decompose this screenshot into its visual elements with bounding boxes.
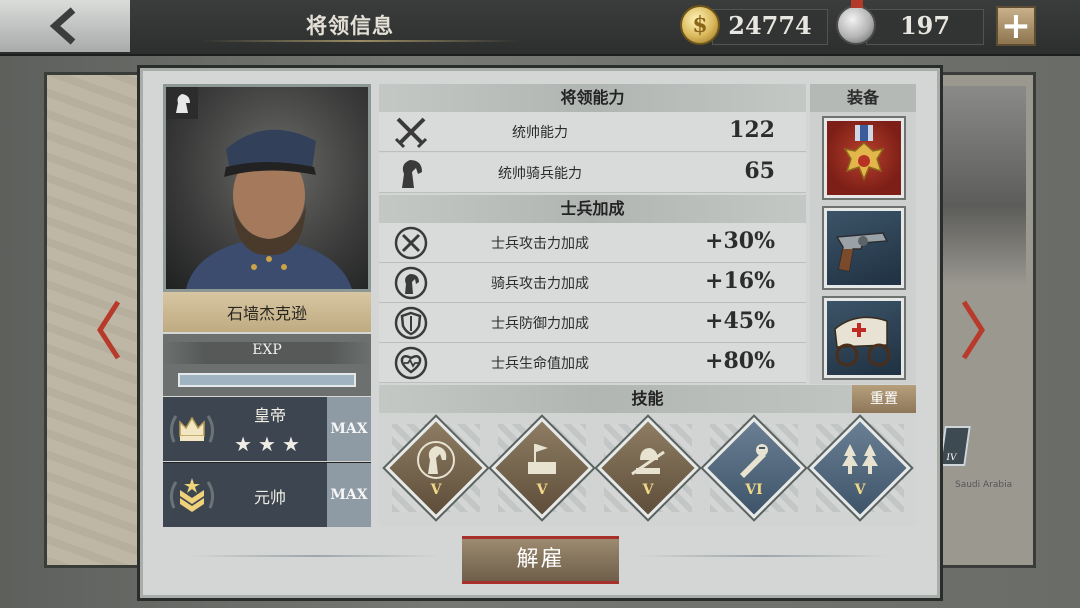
skill-slot[interactable]: V xyxy=(809,417,911,519)
skill-level: V xyxy=(536,482,548,498)
skill-slot[interactable]: V xyxy=(597,417,699,519)
revolver-icon xyxy=(835,232,889,272)
bonus-label: 士兵攻击力加成 xyxy=(491,236,589,252)
page-title: 将领信息 xyxy=(306,13,394,38)
skills-heading: 技能 xyxy=(379,385,916,413)
cavalry-class-icon xyxy=(166,87,198,119)
skill-slot[interactable]: V xyxy=(385,417,487,519)
decorative-line-right xyxy=(638,555,888,557)
attack-up-icon xyxy=(392,224,430,262)
abilities-heading: 将领能力 xyxy=(379,84,806,112)
bonus-label: 士兵防御力加成 xyxy=(491,316,589,332)
medal-coin-icon xyxy=(836,0,876,45)
bonus-label: 骑兵攻击力加成 xyxy=(491,276,589,292)
bonus-value: +80% xyxy=(705,348,775,374)
add-currency-button[interactable]: + xyxy=(996,6,1036,46)
medal-icon xyxy=(843,125,885,181)
rank-title-max: MAX xyxy=(327,397,371,461)
title-underline xyxy=(200,40,520,42)
ability-value: 65 xyxy=(744,158,775,184)
reset-skills-button[interactable]: 重置 xyxy=(852,385,916,413)
bonus-value: +16% xyxy=(705,268,775,294)
map-region-label: Saudi Arabia xyxy=(955,480,1013,490)
equipment-slot-revolver[interactable] xyxy=(824,208,904,288)
back-button[interactable] xyxy=(0,0,130,52)
military-rank-max: MAX xyxy=(327,463,371,527)
chevron-left-icon xyxy=(97,300,121,360)
military-rank-name: 元帅 xyxy=(253,488,286,507)
horse-skill-icon xyxy=(417,441,455,479)
bonuses-heading: 士兵加成 xyxy=(379,195,806,223)
defense-up-icon xyxy=(392,304,430,342)
cavalry-scene-image xyxy=(942,86,1026,286)
dismiss-general-button[interactable]: 解雇 xyxy=(462,536,619,584)
medic-skill-icon xyxy=(740,444,768,478)
back-arrow-icon xyxy=(49,7,76,45)
medal-value: 197 xyxy=(899,11,951,40)
bonus-value: +45% xyxy=(705,308,775,334)
rank-stars: ★★★ xyxy=(234,432,306,456)
health-up-icon xyxy=(392,344,430,382)
skill-slot[interactable]: VI xyxy=(703,417,805,519)
exp-label: EXP xyxy=(163,342,371,364)
skill-level: V xyxy=(854,482,866,498)
equipment-slot-ambulance[interactable] xyxy=(824,298,904,378)
crown-icon xyxy=(166,402,218,458)
ambulance-cart-icon xyxy=(834,316,891,367)
bonus-value: +30% xyxy=(705,228,775,254)
crossed-swords-icon xyxy=(392,113,430,151)
horse-icon xyxy=(392,154,430,192)
ability-value: 122 xyxy=(729,117,775,143)
cavalry-attack-up-icon xyxy=(392,264,430,302)
skill-slot[interactable]: V xyxy=(491,417,593,519)
skill-level: V xyxy=(430,482,442,498)
bonus-label: 士兵生命值加成 xyxy=(491,356,589,372)
skill-level: V xyxy=(642,482,654,498)
ability-label: 统帅骑兵能力 xyxy=(498,166,582,182)
infantry-skill-icon xyxy=(631,448,665,476)
rank-title-name: 皇帝 xyxy=(253,406,286,425)
general-name: 石墙杰克逊 xyxy=(163,292,371,332)
next-general-arrow[interactable] xyxy=(961,300,986,360)
fortification-skill-icon xyxy=(528,444,556,474)
rank-insignia-icon xyxy=(166,468,218,524)
chevron-right-icon xyxy=(961,300,985,360)
exp-progress-bar xyxy=(178,373,356,387)
skill-level: VI xyxy=(745,482,763,498)
decorative-line-left xyxy=(190,555,440,557)
gold-value: 24774 xyxy=(728,11,812,40)
equipment-heading: 装备 xyxy=(810,84,916,112)
gold-coin-icon: $ xyxy=(680,5,720,45)
prev-general-arrow[interactable] xyxy=(96,300,121,360)
ability-label: 统帅能力 xyxy=(512,125,568,141)
forest-skill-icon xyxy=(842,444,878,474)
equipment-slot-medal[interactable] xyxy=(824,118,904,198)
